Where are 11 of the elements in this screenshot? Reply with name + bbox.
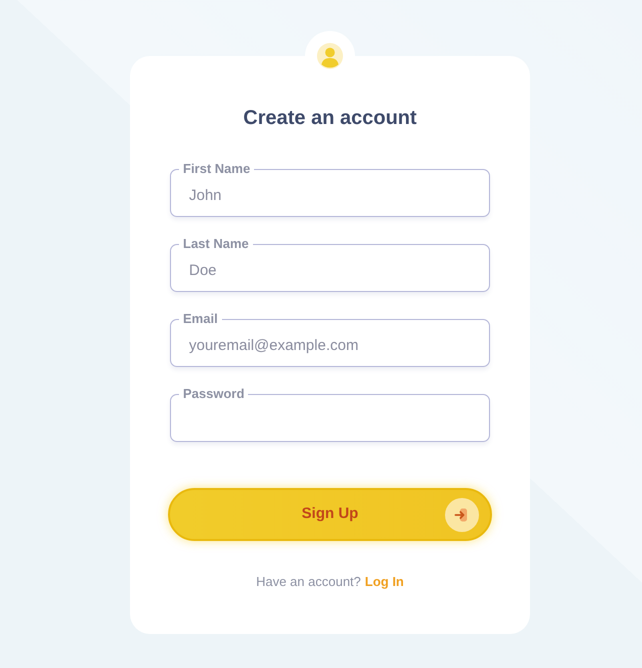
sign-up-button[interactable]: Sign Up xyxy=(168,488,492,541)
log-in-link[interactable]: Log In xyxy=(364,573,404,591)
form-title: Create an account xyxy=(243,106,417,131)
text-input[interactable]: youremail@example.com xyxy=(179,328,481,363)
field-label: Last Name xyxy=(182,235,250,253)
field-label: Password xyxy=(182,385,246,403)
text-input[interactable]: Doe xyxy=(179,253,481,288)
account-prompt-text: Have an account? xyxy=(256,573,361,591)
text-input[interactable]: John xyxy=(179,178,481,213)
field-label: Email xyxy=(182,310,219,328)
field-label: First Name xyxy=(182,160,252,178)
